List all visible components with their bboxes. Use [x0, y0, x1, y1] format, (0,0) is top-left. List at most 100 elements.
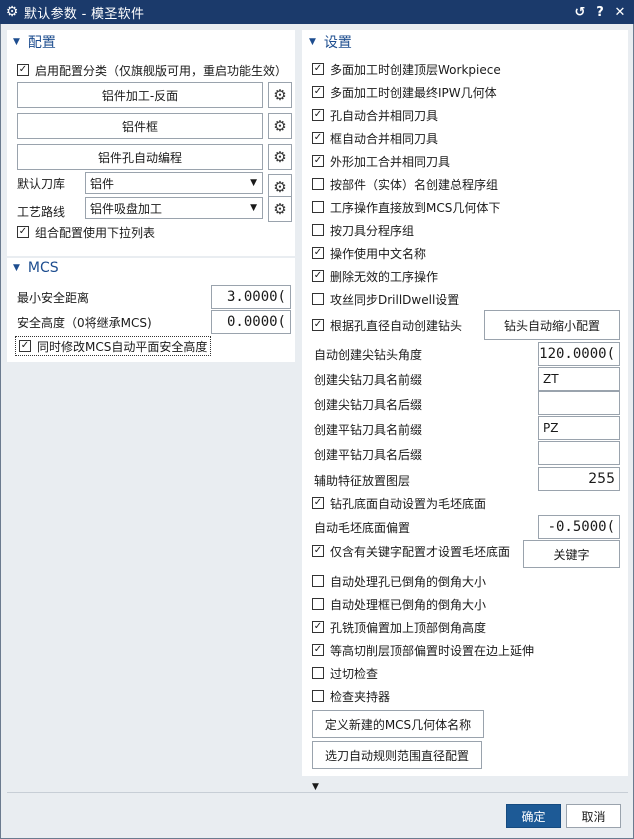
checkbox-box[interactable]: ✓: [312, 270, 324, 282]
drill-shrink-button[interactable]: 钻头自动缩小配置: [484, 310, 620, 340]
keyword-only-checkbox[interactable]: ✓ 仅含有关键字配置才设置毛坯底面: [312, 543, 510, 559]
settings-checkbox-row[interactable]: ✓ 多面加工时创建最终IPW几何体: [312, 84, 497, 100]
mcs-section-header[interactable]: ▼ MCS: [13, 258, 59, 278]
drill-angle-input[interactable]: 120.0000(: [538, 342, 620, 366]
checkbox-box[interactable]: ✓: [17, 226, 29, 238]
checkbox-box[interactable]: ✓: [312, 644, 324, 656]
settings-checkbox-row[interactable]: ✓ 孔铣顶偏置加上顶部倒角高度: [312, 619, 486, 635]
config-button-aluminum-frame[interactable]: 铝件框: [17, 113, 263, 139]
checkbox-box[interactable]: [312, 178, 324, 190]
auto-drill-label: 根据孔直径自动创建钻头: [330, 318, 463, 333]
checkbox-box[interactable]: [312, 201, 324, 213]
settings-gear-icon[interactable]: ⚙: [268, 82, 292, 108]
settings-gear-icon[interactable]: ⚙: [268, 113, 292, 139]
settings-checkbox-row[interactable]: 过切检查: [312, 665, 378, 681]
checkbox-box[interactable]: ✓: [312, 621, 324, 633]
checkbox-box[interactable]: [312, 598, 324, 610]
settings-checkbox-row[interactable]: ✓ 框自动合并相同刀具: [312, 130, 438, 146]
settings-checkbox-label: 多面加工时创建最终IPW几何体: [330, 85, 497, 100]
config-header-label: 配置: [27, 35, 56, 51]
settings-checkbox-row[interactable]: 按部件（实体）名创建总程序组: [312, 176, 498, 192]
checkbox-box[interactable]: [312, 575, 324, 587]
aux-layer-input[interactable]: 255: [538, 467, 620, 491]
auto-drill-checkbox[interactable]: ✓ 根据孔直径自动创建钻头: [312, 317, 462, 333]
reset-icon[interactable]: ↺: [570, 5, 590, 20]
settings-checkbox-label: 按部件（实体）名创建总程序组: [330, 177, 499, 192]
settings-checkbox-label: 自动处理孔已倒角的倒角大小: [330, 574, 487, 589]
aux-layer-label: 辅助特征放置图层: [314, 474, 411, 488]
settings-checkbox-label: 多面加工时创建顶层Workpiece: [330, 62, 501, 77]
settings-checkbox-row[interactable]: ✓ 操作使用中文名称: [312, 245, 426, 261]
ok-button[interactable]: 确定: [506, 804, 561, 828]
checkbox-box[interactable]: [312, 690, 324, 702]
hole-bottom-checkbox[interactable]: ✓ 钻孔底面自动设置为毛坯底面: [312, 495, 486, 511]
settings-section-header[interactable]: ▼ 设置: [309, 32, 352, 52]
tool-library-select[interactable]: 铝件 ▼: [85, 172, 263, 194]
settings-checkbox-row[interactable]: 检查夹持器: [312, 688, 390, 704]
checkbox-box[interactable]: ✓: [312, 155, 324, 167]
settings-checkbox-label: 检查夹持器: [330, 689, 391, 704]
config-section-header[interactable]: ▼ 配置: [13, 32, 56, 52]
settings-checkbox-row[interactable]: 按刀具分程序组: [312, 222, 414, 238]
settings-checkbox-row[interactable]: ✓ 外形加工合并相同刀具: [312, 153, 450, 169]
settings-checkbox-row[interactable]: ✓ 孔自动合并相同刀具: [312, 107, 438, 123]
min-safe-input[interactable]: 3.0000(: [211, 285, 291, 309]
settings-checkbox-row[interactable]: ✓ 删除无效的工序操作: [312, 268, 438, 284]
checkbox-box[interactable]: ✓: [312, 132, 324, 144]
settings-checkbox-row[interactable]: 自动处理框已倒角的倒角大小: [312, 596, 486, 612]
collapse-triangle-icon: ▼: [309, 37, 316, 47]
settings-gear-icon[interactable]: ⚙: [268, 196, 292, 222]
checkbox-box[interactable]: [312, 224, 324, 236]
settings-checkbox-row[interactable]: 攻丝同步DrillDwell设置: [312, 291, 459, 307]
settings-checkbox-row[interactable]: ✓ 等高切削层顶部偏置时设置在边上延伸: [312, 642, 534, 658]
process-route-select[interactable]: 铝件吸盘加工 ▼: [85, 197, 263, 219]
tip-prefix-input[interactable]: ZT: [538, 367, 620, 391]
settings-checkbox-label: 孔自动合并相同刀具: [330, 108, 439, 123]
cancel-button[interactable]: 取消: [566, 804, 621, 828]
help-icon[interactable]: ?: [590, 5, 610, 20]
window-title: 默认参数 - 模圣软件: [24, 6, 145, 22]
flat-prefix-input[interactable]: PZ: [538, 416, 620, 440]
combo-dropdown-checkbox[interactable]: ✓ 组合配置使用下拉列表: [17, 224, 155, 240]
safe-height-input[interactable]: 0.0000(: [211, 310, 291, 334]
settings-checkbox-label: 攻丝同步DrillDwell设置: [330, 292, 460, 307]
checkbox-box[interactable]: ✓: [312, 247, 324, 259]
settings-checkbox-label: 框自动合并相同刀具: [330, 131, 439, 146]
combo-dropdown-label: 组合配置使用下拉列表: [35, 225, 156, 240]
tool-library-label: 默认刀库: [17, 177, 66, 191]
collapse-triangle-icon: ▼: [13, 263, 20, 273]
tip-prefix-label: 创建尖钻刀具名前缀: [314, 373, 423, 387]
enable-category-checkbox[interactable]: ✓ 启用配置分类（仅旗舰版可用，重启功能生效）: [17, 62, 287, 78]
checkbox-box[interactable]: [312, 293, 324, 305]
close-icon[interactable]: ✕: [610, 5, 630, 20]
checkbox-box[interactable]: ✓: [312, 497, 324, 509]
settings-checkbox-label: 自动处理框已倒角的倒角大小: [330, 597, 487, 612]
settings-gear-icon[interactable]: ⚙: [268, 144, 292, 170]
checkbox-box[interactable]: ✓: [312, 319, 324, 331]
flat-prefix-label: 创建平钻刀具名前缀: [314, 423, 423, 437]
config-button-aluminum-back[interactable]: 铝件加工-反面: [17, 82, 263, 108]
checkbox-box[interactable]: ✓: [17, 64, 29, 76]
settings-checkbox-label: 等高切削层顶部偏置时设置在边上延伸: [330, 643, 535, 658]
keyword-button[interactable]: 关键字: [523, 540, 620, 568]
define-mcs-button[interactable]: 定义新建的MCS几何体名称: [312, 710, 484, 738]
expand-more-icon[interactable]: ▼: [312, 782, 319, 792]
checkbox-box[interactable]: [312, 667, 324, 679]
checkbox-box[interactable]: ✓: [312, 63, 324, 75]
settings-header-label: 设置: [323, 35, 352, 51]
settings-checkbox-row[interactable]: ✓ 多面加工时创建顶层Workpiece: [312, 61, 501, 77]
checkbox-box[interactable]: ✓: [312, 86, 324, 98]
select-tool-button[interactable]: 选刀自动规则范围直径配置: [312, 741, 482, 769]
tool-library-value: 铝件: [90, 176, 115, 191]
sync-plane-checkbox[interactable]: ✓ 同时修改MCS自动平面安全高度: [15, 336, 212, 356]
checkbox-box[interactable]: ✓: [19, 340, 31, 352]
settings-checkbox-row[interactable]: 自动处理孔已倒角的倒角大小: [312, 573, 486, 589]
config-button-aluminum-hole[interactable]: 铝件孔自动编程: [17, 144, 263, 170]
flat-suffix-input[interactable]: [538, 441, 620, 465]
settings-checkbox-label: 外形加工合并相同刀具: [330, 154, 451, 169]
blank-offset-input[interactable]: -0.5000(: [538, 515, 620, 539]
checkbox-box[interactable]: ✓: [312, 109, 324, 121]
settings-checkbox-row[interactable]: 工序操作直接放到MCS几何体下: [312, 199, 500, 215]
checkbox-box[interactable]: ✓: [312, 545, 324, 557]
tip-suffix-input[interactable]: [538, 391, 620, 415]
